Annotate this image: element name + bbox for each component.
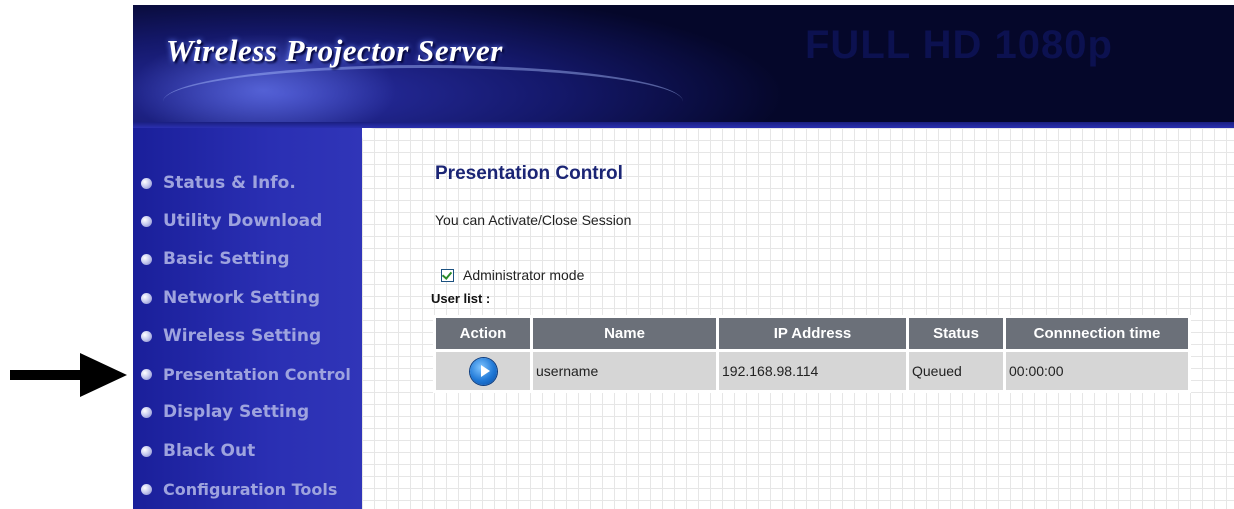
sidebar-item-label: Utility Download [163,211,323,231]
sidebar-item-label: Black Out [163,441,256,461]
sidebar-item-basic-setting[interactable]: Basic Setting [141,246,290,272]
bullet-icon [141,368,152,380]
content-panel: Presentation Control You can Activate/Cl… [362,128,1234,509]
bullet-icon [141,330,152,342]
sidebar-item-configuration-tools[interactable]: Configuration Tools [141,476,337,502]
connection-time-cell: 00:00:00 [1003,349,1191,393]
bullet-icon [141,483,152,495]
ip-address-cell: 192.168.98.114 [716,349,909,393]
bullet-icon [141,406,152,418]
admin-mode-row: Administrator mode [441,267,584,283]
play-icon[interactable] [469,357,497,385]
bullet-icon [141,215,152,227]
app-window: FULL HD 1080p Wireless Projector Server … [133,5,1234,509]
column-header-status: Status [906,315,1006,352]
sidebar-item-label: Presentation Control [163,364,351,384]
user-table: Action Name IP Address Status Connnectio… [433,315,1191,393]
sidebar-item-label: Basic Setting [163,249,290,269]
sidebar-item-black-out[interactable]: Black Out [141,438,255,464]
sidebar-item-label: Wireless Setting [163,326,322,346]
sidebar-item-wireless-setting[interactable]: Wireless Setting [141,323,321,349]
name-cell: username [530,349,719,393]
status-cell: Queued [906,349,1006,393]
sidebar-item-network-setting[interactable]: Network Setting [141,285,320,311]
column-header-action: Action [433,315,533,352]
checkmark-icon [441,268,453,280]
action-cell [433,349,533,393]
app-title: Wireless Projector Server [166,33,503,68]
sidebar-item-utility-download[interactable]: Utility Download [141,208,322,234]
sidebar: Status & Info. Utility Download Basic Se… [133,122,1234,509]
column-header-connection-time: Connnection time [1003,315,1191,352]
page-description: You can Activate/Close Session [435,212,632,228]
bullet-icon [141,445,152,457]
bullet-icon [141,292,152,304]
pointer-arrow-icon [10,353,127,397]
sidebar-item-presentation-control[interactable]: Presentation Control [141,361,351,387]
banner: FULL HD 1080p Wireless Projector Server [133,5,1234,128]
sidebar-item-label: Status & Info. [163,173,296,193]
admin-mode-checkbox[interactable] [441,268,454,282]
column-header-ip-address: IP Address [716,315,909,352]
bullet-icon [141,177,152,189]
sidebar-item-display-setting[interactable]: Display Setting [141,399,309,425]
page-title: Presentation Control [435,163,623,184]
sidebar-item-status-info[interactable]: Status & Info. [141,170,296,196]
admin-mode-label: Administrator mode [463,267,585,283]
banner-watermark: FULL HD 1080p [805,23,1113,67]
table-row: username 192.168.98.114 Queued 00:00:00 [433,349,1191,393]
column-header-name: Name [530,315,719,352]
sidebar-item-label: Display Setting [163,402,310,422]
bullet-icon [141,253,152,265]
user-list-label: User list : [431,291,491,306]
sidebar-item-label: Network Setting [163,288,321,308]
sidebar-item-label: Configuration Tools [163,479,338,499]
table-header-row: Action Name IP Address Status Connnectio… [433,315,1191,352]
